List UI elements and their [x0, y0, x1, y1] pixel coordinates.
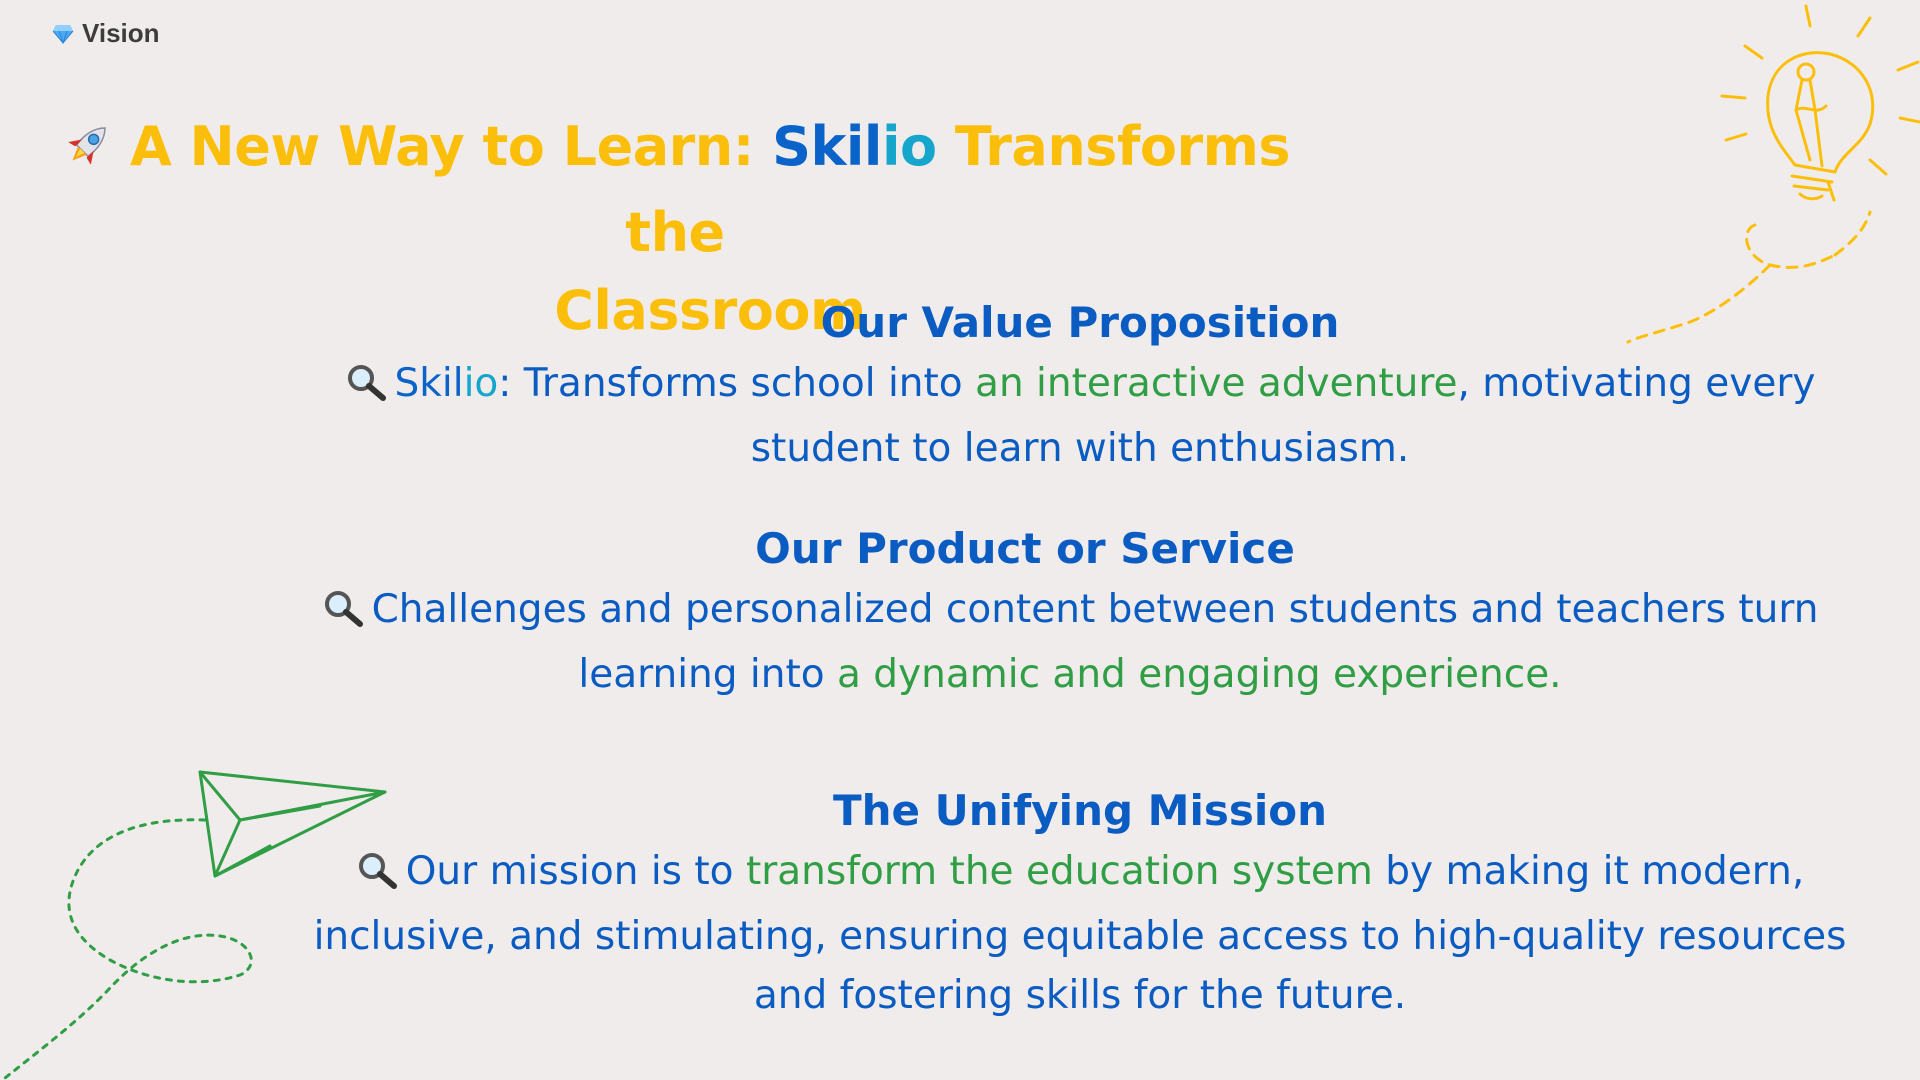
value-proposition-text: Skilio: Transforms school into an intera…	[310, 354, 1850, 478]
lightbulb-icon	[1626, 4, 1920, 344]
magnifier-icon	[322, 586, 366, 645]
brand-name-a: Skil	[394, 361, 464, 406]
brand-name-b: io	[881, 115, 937, 178]
tag-label: Vision	[82, 18, 160, 48]
title-part1: A New Way to Learn:	[129, 115, 773, 178]
magnifier-icon	[345, 360, 389, 419]
mission-text: Our mission is to transform the educatio…	[310, 842, 1850, 1025]
paper-plane-icon	[3, 770, 387, 1080]
highlight-text: transform the education system	[745, 849, 1373, 894]
brand-name-a: Skil	[772, 115, 882, 178]
brand-name-b: io	[463, 361, 499, 406]
highlight-text: an interactive adventure	[975, 361, 1458, 406]
gem-icon	[52, 24, 74, 44]
rocket-icon	[60, 116, 116, 194]
value-proposition-heading: Our Value Proposition	[820, 298, 1340, 347]
mission-heading: The Unifying Mission	[832, 786, 1328, 835]
product-service-heading: Our Product or Service	[755, 524, 1295, 573]
text-part1: : Transforms school into	[498, 361, 976, 406]
product-service-text: Challenges and personalized content betw…	[300, 580, 1840, 704]
page-tag: Vision	[52, 18, 160, 49]
text-part1: Our mission is to	[405, 849, 746, 894]
highlight-text: a dynamic and engaging experience.	[837, 652, 1562, 697]
